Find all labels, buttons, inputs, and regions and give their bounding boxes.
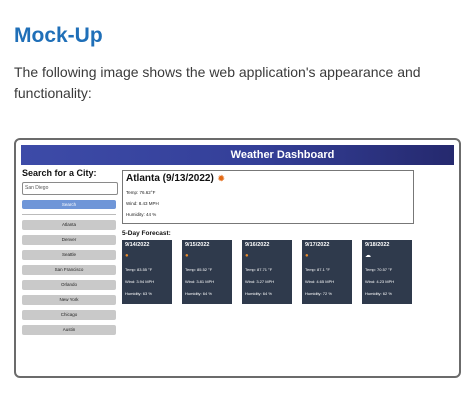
forecast-date: 9/15/2022 <box>185 242 210 248</box>
sidebar-title: Search for a City: <box>22 168 97 178</box>
current-city-date: Atlanta (9/13/2022) <box>126 173 214 184</box>
history-button-new-york[interactable]: New York <box>22 295 116 305</box>
forecast-humidity: Humidity: 64 % <box>185 291 212 296</box>
search-button[interactable]: Search <box>22 200 116 209</box>
app-title: Weather Dashboard <box>230 149 335 161</box>
forecast-card: 9/16/2022 ● Temp: 87.71 °F Wind: 3.27 MP… <box>242 240 292 304</box>
app-header: Weather Dashboard <box>21 145 454 165</box>
sidebar-divider <box>22 214 116 215</box>
history-button-seattle[interactable]: Seattle <box>22 250 116 260</box>
current-weather-title: Atlanta (9/13/2022) ✹ <box>126 173 410 184</box>
forecast-wind: Wind: 4.65 MPH <box>305 279 335 284</box>
city-search-input[interactable]: San Diego <box>22 182 118 195</box>
cloud-icon: ☁ <box>365 253 371 259</box>
forecast-card: 9/18/2022 ☁ Temp: 70.57 °F Wind: 4.23 MP… <box>362 240 412 304</box>
mockup-screenshot: Weather Dashboard Search for a City: San… <box>14 138 461 378</box>
forecast-humidity: Humidity: 62 % <box>365 291 392 296</box>
sidebar: Search for a City: San Diego Search Atla… <box>22 168 118 340</box>
history-button-atlanta[interactable]: Atlanta <box>22 220 116 230</box>
current-weather-card: Atlanta (9/13/2022) ✹ Temp: 76.62°F Wind… <box>122 170 414 224</box>
forecast-row: 9/14/2022 ● Temp: 83.55 °F Wind: 3.94 MP… <box>122 240 458 304</box>
forecast-wind: Wind: 3.81 MPH <box>185 279 215 284</box>
forecast-wind: Wind: 3.94 MPH <box>125 279 155 284</box>
history-button-chicago[interactable]: Chicago <box>22 310 116 320</box>
forecast-date: 9/18/2022 <box>365 242 390 248</box>
sun-icon: ● <box>245 253 249 259</box>
history-button-san-francisco[interactable]: San Francisco <box>22 265 116 275</box>
forecast-temp: Temp: 87.71 °F <box>245 267 273 272</box>
forecast-humidity: Humidity: 64 % <box>245 291 272 296</box>
current-temp: Temp: 76.62°F <box>126 190 156 195</box>
forecast-card: 9/14/2022 ● Temp: 83.55 °F Wind: 3.94 MP… <box>122 240 172 304</box>
forecast-date: 9/17/2022 <box>305 242 330 248</box>
doc-title: Mock-Up <box>14 24 103 47</box>
forecast-temp: Temp: 85.52 °F <box>185 267 213 272</box>
forecast-date: 9/14/2022 <box>125 242 150 248</box>
forecast-temp: Temp: 70.57 °F <box>365 267 393 272</box>
forecast-temp: Temp: 87.1 °F <box>305 267 330 272</box>
forecast-card: 9/17/2022 ● Temp: 87.1 °F Wind: 4.65 MPH… <box>302 240 352 304</box>
sun-icon: ✹ <box>217 174 225 183</box>
doc-paragraph: The following image shows the web applic… <box>14 64 421 101</box>
current-humidity: Humidity: 44 % <box>126 212 157 217</box>
history-list: Atlanta Denver Seattle San Francisco Orl… <box>22 220 116 335</box>
sun-icon: ● <box>125 253 129 259</box>
forecast-humidity: Humidity: 63 % <box>125 291 152 296</box>
forecast-title: 5-Day Forecast: <box>122 230 171 237</box>
sun-icon: ● <box>185 253 189 259</box>
forecast-wind: Wind: 3.27 MPH <box>245 279 275 284</box>
forecast-wind: Wind: 4.23 MPH <box>365 279 395 284</box>
forecast-date: 9/16/2022 <box>245 242 270 248</box>
forecast-temp: Temp: 83.55 °F <box>125 267 153 272</box>
history-button-orlando[interactable]: Orlando <box>22 280 116 290</box>
current-wind: Wind: 8.43 MPH <box>126 201 159 206</box>
forecast-card: 9/15/2022 ● Temp: 85.52 °F Wind: 3.81 MP… <box>182 240 232 304</box>
forecast-humidity: Humidity: 72 % <box>305 291 332 296</box>
sun-icon: ● <box>305 253 309 259</box>
history-button-denver[interactable]: Denver <box>22 235 116 245</box>
history-button-austin[interactable]: Austin <box>22 325 116 335</box>
